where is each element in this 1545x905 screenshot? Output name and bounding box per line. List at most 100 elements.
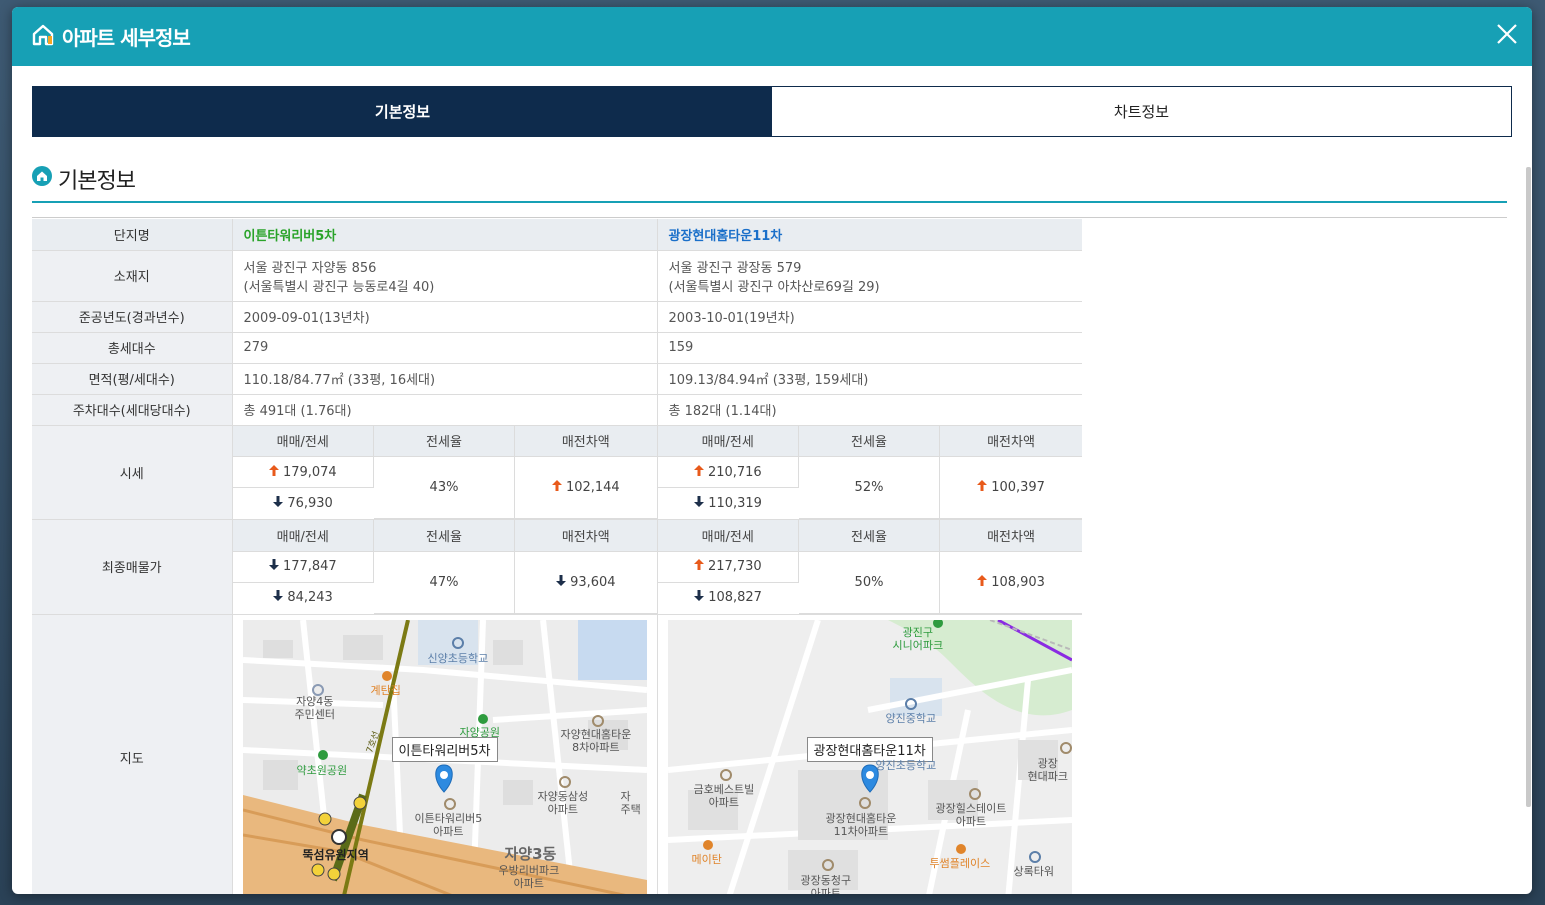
- apt-b-built: 2003-10-01(19년차): [657, 301, 1082, 333]
- listing-b-ratio: 50%: [798, 551, 940, 614]
- listing-a-gap: 93,604: [514, 551, 657, 614]
- row-label-households: 총세대수: [32, 332, 233, 364]
- sub-header-price: 매매/전세: [657, 425, 799, 457]
- apt-b-area: 109.13/84.94㎡ (33평, 159세대): [657, 363, 1082, 395]
- listing-b-jeonse: 108,827: [658, 582, 799, 613]
- row-label-market: 시세: [32, 425, 233, 520]
- modal-header: 아파트 세부정보: [12, 7, 1532, 66]
- arrow-down-icon: [268, 559, 279, 574]
- map-label: 상록타워: [1013, 864, 1054, 878]
- apt-b-households: 159: [657, 332, 1082, 364]
- section-title-text: 기본정보: [58, 169, 136, 194]
- market-a-gap: 102,144: [514, 456, 657, 519]
- market-a-sale: 179,074: [232, 456, 374, 488]
- map-a[interactable]: 이튼타워리버5차 신양초등학교 자양4동 주민센터 계탄집 자양공원 자양현대홈…: [242, 619, 647, 894]
- map-label: 계탄집: [370, 683, 401, 697]
- row-label-parking: 주차대수(세대당대수): [32, 394, 233, 426]
- table-row: 총세대수 279 159: [32, 332, 1082, 364]
- sub-header-price: 매매/전세: [232, 520, 374, 552]
- table-row: 면적(평/세대수) 110.18/84.77㎡ (33평, 16세대) 109.…: [32, 363, 1082, 395]
- sub-header-ratio: 전세율: [798, 520, 940, 552]
- section-divider: [32, 201, 1507, 203]
- map-label: 광진구 시니어파크: [892, 625, 944, 652]
- table-row-map: 지도 이튼타워리버5차 신양초등학교 자양4동 주민센터 계탄집 자양공원 자양…: [32, 614, 1082, 894]
- apt-a-built: 2009-09-01(13년차): [232, 301, 658, 333]
- table-row-market: 시세 매매/전세 전세율 매전차액 179,074 43% 102,144 76…: [32, 425, 1082, 520]
- row-label-listing: 최종매물가: [32, 519, 233, 615]
- map-label: 투썸플레이스: [929, 856, 991, 870]
- row-label-name: 단지명: [32, 219, 233, 251]
- map-label: 광장동청구 아파트: [800, 873, 852, 895]
- map-label: 광장현대홈타운 11차아파트: [825, 811, 897, 838]
- map-label: 자양4동 주민센터: [294, 694, 335, 721]
- market-a-jeonse: 76,930: [233, 488, 374, 519]
- row-label-address: 소재지: [32, 250, 233, 302]
- arrow-up-icon: [977, 574, 988, 590]
- map-label: 양진중학교: [885, 711, 937, 725]
- arrow-up-icon: [977, 480, 988, 495]
- arrow-down-icon: [694, 590, 705, 605]
- map-label: 자양동삼성 아파트: [537, 789, 589, 816]
- map-label: 신양초등학교: [427, 651, 489, 665]
- apt-a-parking: 총 491대 (1.76대): [232, 394, 658, 426]
- map-label: 우방리버파크 아파트: [498, 863, 560, 890]
- section-divider-thin: [32, 217, 1507, 218]
- map-label: 자 주택: [620, 789, 641, 816]
- map-label: 자양현대홈타운 8차아파트: [560, 727, 632, 754]
- map-label: 뚝섬유원지역: [302, 847, 369, 862]
- map-label: 약초원공원: [296, 763, 348, 777]
- map-label: 광장힐스테이트 아파트: [935, 801, 1007, 828]
- listing-b-sale: 217,730: [657, 551, 799, 583]
- sub-header-ratio: 전세율: [798, 425, 940, 457]
- apt-a-market: 매매/전세 전세율 매전차액 179,074 43% 102,144 76,93…: [232, 425, 658, 520]
- map-label: 광장 현대파크: [1027, 756, 1068, 783]
- map-label: 양진초등학교: [875, 758, 937, 772]
- apt-b-parking: 총 182대 (1.14대): [657, 394, 1082, 426]
- apt-a-area: 110.18/84.77㎡ (33평, 16세대): [232, 363, 658, 395]
- table-row: 준공년도(경과년수) 2009-09-01(13년차) 2003-10-01(1…: [32, 301, 1082, 333]
- modal-title: 아파트 세부정보: [62, 26, 191, 50]
- sub-header-gap: 매전차액: [939, 520, 1082, 552]
- listing-a-jeonse: 84,243: [233, 582, 374, 613]
- arrow-up-icon: [693, 559, 704, 574]
- map-label: 금호베스트빌 아파트: [693, 782, 755, 809]
- map-label: 이튼타워리버5 아파트: [414, 811, 483, 838]
- apt-b-map-cell: 광장현대홈타운11차 광진구 시니어파크 양진중학교 양진초등학교 광장 현대파…: [657, 614, 1082, 894]
- arrow-down-icon: [273, 495, 284, 511]
- market-a-ratio: 43%: [373, 456, 515, 519]
- arrow-up-icon: [268, 464, 279, 480]
- arrow-down-icon: [273, 590, 284, 605]
- apt-b-name[interactable]: 광장현대홈타운11차: [657, 219, 1082, 251]
- apt-b-address: 서울 광진구 광장동 579 (서울특별시 광진구 아차산로69길 29): [657, 250, 1082, 302]
- tab-basic-info[interactable]: 기본정보: [33, 87, 772, 136]
- sub-header-ratio: 전세율: [373, 520, 515, 552]
- table-row: 주차대수(세대당대수) 총 491대 (1.76대) 총 182대 (1.14대…: [32, 394, 1082, 426]
- listing-a-sale: 177,847: [232, 551, 374, 583]
- sub-header-gap: 매전차액: [514, 520, 657, 552]
- apt-a-map-cell: 이튼타워리버5차 신양초등학교 자양4동 주민센터 계탄집 자양공원 자양현대홈…: [232, 614, 658, 894]
- row-label-map: 지도: [32, 614, 233, 894]
- market-b-jeonse: 110,319: [658, 488, 799, 519]
- table-row: 소재지 서울 광진구 자양동 856 (서울특별시 광진구 능동로4길 40) …: [32, 250, 1082, 302]
- apt-a-address: 서울 광진구 자양동 856 (서울특별시 광진구 능동로4길 40): [232, 250, 658, 302]
- row-label-built: 준공년도(경과년수): [32, 301, 233, 333]
- scrollbar[interactable]: [1526, 167, 1531, 807]
- close-icon[interactable]: [1494, 21, 1520, 47]
- apt-b-market: 매매/전세 전세율 매전차액 210,716 52% 100,397 110,3…: [657, 425, 1082, 520]
- sub-header-ratio: 전세율: [373, 425, 515, 457]
- sub-header-gap: 매전차액: [939, 425, 1082, 457]
- apartment-detail-modal: 아파트 세부정보 기본정보 차트정보 기본정보 단지명 이튼타워리버5차 광장현…: [12, 7, 1532, 894]
- apt-b-listing: 매매/전세 전세율 매전차액 217,730 50% 108,903 108,8…: [657, 519, 1082, 615]
- map-b[interactable]: 광장현대홈타운11차 광진구 시니어파크 양진중학교 양진초등학교 광장 현대파…: [667, 619, 1072, 895]
- map-a-popup[interactable]: 이튼타워리버5차: [391, 736, 498, 762]
- table-row-listing: 최종매물가 매매/전세 전세율 매전차액 177,847 47% 93,604 …: [32, 519, 1082, 615]
- sub-header-price: 매매/전세: [657, 520, 799, 552]
- apt-a-name[interactable]: 이튼타워리버5차: [232, 219, 658, 251]
- tab-chart-info[interactable]: 차트정보: [772, 87, 1511, 136]
- sub-header-price: 매매/전세: [232, 425, 374, 457]
- comparison-table: 단지명 이튼타워리버5차 광장현대홈타운11차 소재지 서울 광진구 자양동 8…: [32, 219, 1082, 894]
- table-row: 단지명 이튼타워리버5차 광장현대홈타운11차: [32, 219, 1082, 251]
- apt-a-households: 279: [232, 332, 658, 364]
- listing-b-gap: 108,903: [939, 551, 1082, 614]
- sub-header-gap: 매전차액: [514, 425, 657, 457]
